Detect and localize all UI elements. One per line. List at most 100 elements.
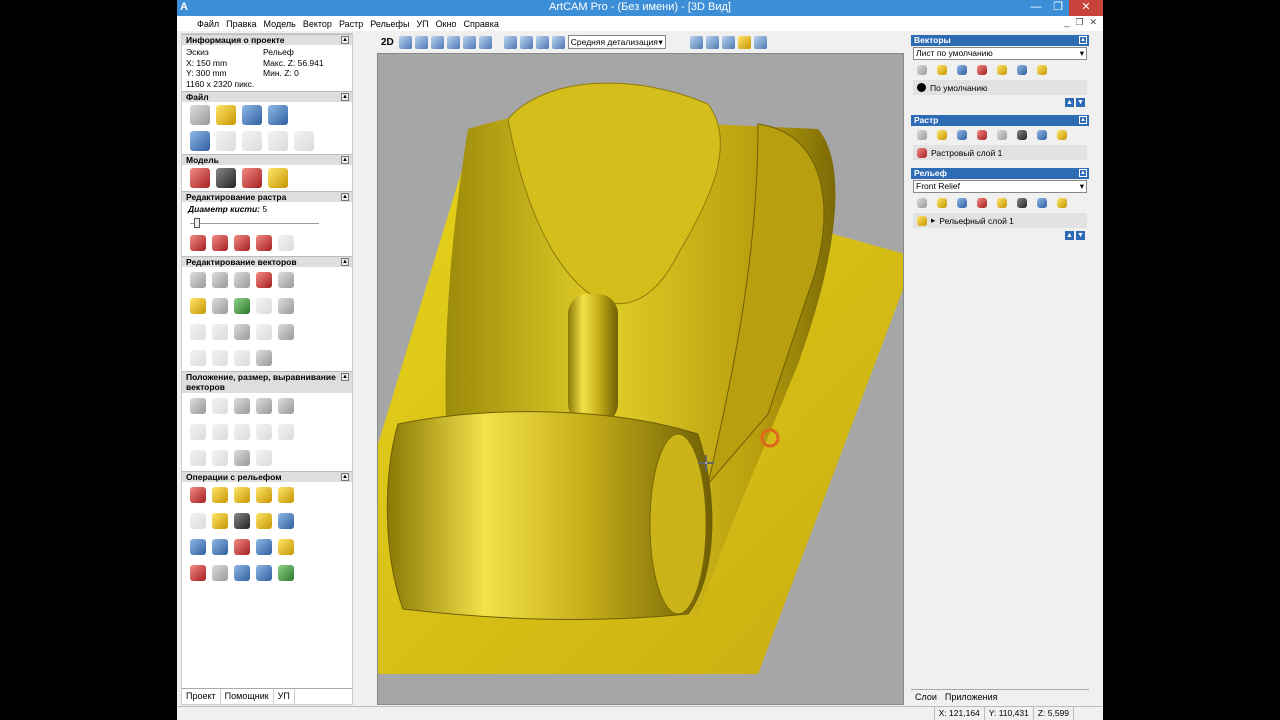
fill-icon[interactable] [212, 235, 228, 251]
relief-layer-merge-icon[interactable] [977, 198, 987, 208]
layer-color-icon[interactable] [917, 83, 926, 92]
save-layer-icon[interactable] [957, 65, 967, 75]
move-down-icon[interactable]: ▼ [1076, 231, 1085, 240]
vector-frame-icon[interactable] [256, 298, 272, 314]
move-up-icon[interactable]: ▲ [1065, 98, 1074, 107]
relief-star-icon[interactable] [190, 539, 206, 555]
new-relief-icon[interactable] [917, 198, 927, 208]
cut-icon[interactable] [242, 131, 262, 151]
section-file[interactable]: Файл ▲ [182, 91, 352, 102]
section-project-info[interactable]: Информация о проекте ▲ [182, 34, 352, 45]
relief-layer-mask-icon[interactable] [1017, 198, 1027, 208]
open-raster-icon[interactable] [937, 130, 947, 140]
close-button[interactable]: ✕ [1069, 0, 1103, 16]
menu-model[interactable]: Модель [264, 19, 296, 29]
mdi-close-button[interactable]: ✕ [1089, 17, 1097, 28]
open-folder-icon[interactable] [216, 105, 236, 125]
open-layer-icon[interactable] [937, 65, 947, 75]
relief-column-icon[interactable] [212, 565, 228, 581]
new-layer-icon[interactable] [917, 65, 927, 75]
color-swap-icon[interactable] [256, 235, 272, 251]
layer-extra-icon[interactable] [1037, 65, 1047, 75]
save-icon[interactable] [242, 105, 262, 125]
menu-edit[interactable]: Правка [226, 19, 256, 29]
collapse-icon[interactable]: ▲ [341, 36, 349, 44]
menu-raster[interactable]: Растр [339, 19, 363, 29]
zoom-out-icon[interactable] [446, 35, 460, 49]
vector-nodes-icon[interactable] [278, 298, 294, 314]
select-arrow-icon[interactable] [190, 272, 206, 288]
save-relief-icon[interactable] [957, 198, 967, 208]
zoom-in-icon[interactable] [430, 35, 444, 49]
delete-layer-icon[interactable] [1017, 65, 1027, 75]
relief-sculpt-icon[interactable] [212, 539, 228, 555]
relief-fade-icon[interactable] [256, 539, 272, 555]
zoom-window-icon[interactable] [478, 35, 492, 49]
model-image-icon[interactable] [242, 168, 262, 188]
expand-arrow-icon[interactable]: ▸ [931, 215, 935, 226]
collapse-icon[interactable]: ▲ [1079, 116, 1087, 124]
cloud-icon[interactable] [278, 235, 294, 251]
collapse-icon[interactable]: ▲ [341, 373, 349, 381]
offset-icon[interactable] [190, 424, 206, 440]
layer-icon[interactable] [190, 350, 206, 366]
section-vector-edit[interactable]: Редактирование векторов ▲ [182, 256, 352, 267]
raster-grid-icon[interactable] [997, 130, 1007, 140]
relief-scale-icon[interactable] [256, 513, 272, 529]
measure-icon[interactable] [234, 350, 250, 366]
tab-apps[interactable]: Приложения [941, 690, 1002, 705]
section-relief-ops[interactable]: Операции с рельефом ▲ [182, 471, 352, 482]
menu-vector[interactable]: Вектор [303, 19, 332, 29]
front-view-icon[interactable] [519, 35, 533, 49]
chamfer-icon[interactable] [256, 424, 272, 440]
spiral-icon[interactable] [256, 450, 272, 466]
menu-help[interactable]: Справка [464, 19, 499, 29]
round-icon[interactable] [190, 450, 206, 466]
model-picture-icon[interactable] [268, 168, 288, 188]
top-view-icon[interactable] [551, 35, 565, 49]
bezier-icon[interactable] [234, 324, 250, 340]
slider-thumb[interactable] [194, 218, 200, 228]
import-icon[interactable] [268, 105, 288, 125]
relief-layer-1[interactable]: ▸ Рельефный слой 1 [913, 213, 1087, 228]
relief-smooth-icon[interactable] [234, 539, 250, 555]
section-raster-edit[interactable]: Редактирование растра ▲ [182, 191, 352, 202]
relief-spin-icon[interactable] [234, 487, 250, 503]
layer-props-icon[interactable] [997, 65, 1007, 75]
section-model[interactable]: Модель ▲ [182, 154, 352, 165]
copy-icon[interactable] [268, 131, 288, 151]
save-raster-icon[interactable] [957, 130, 967, 140]
node-edit-icon[interactable] [212, 350, 228, 366]
axis-icon[interactable] [721, 35, 735, 49]
transform-icon[interactable] [212, 272, 228, 288]
vector-import-icon[interactable] [190, 298, 206, 314]
grid-align-icon[interactable] [256, 398, 272, 414]
relief-layer-delete-icon[interactable] [1037, 198, 1047, 208]
collapse-icon[interactable]: ▲ [1079, 36, 1087, 44]
raster-mask-icon[interactable] [1017, 130, 1027, 140]
restore-button[interactable]: ❐ [1047, 0, 1069, 16]
detail-level-select[interactable]: Средняя детализация [567, 35, 666, 49]
tab-project[interactable]: Проект [182, 689, 221, 704]
relief-layer-extra-icon[interactable] [1057, 198, 1067, 208]
light-bulb-icon[interactable] [737, 35, 751, 49]
pen-icon[interactable] [190, 235, 206, 251]
relief-select[interactable]: Front Relief [913, 180, 1087, 193]
collapse-icon[interactable]: ▲ [341, 473, 349, 481]
tab-assistant[interactable]: Помощник [220, 689, 274, 704]
3d-viewport[interactable] [377, 53, 904, 705]
relief-two-rail-icon[interactable] [278, 487, 294, 503]
menu-window[interactable]: Окно [436, 19, 457, 29]
relief-texture-icon[interactable] [212, 513, 228, 529]
move-icon[interactable] [414, 35, 428, 49]
pipette-icon[interactable] [234, 235, 250, 251]
vector-grid-icon[interactable] [212, 298, 228, 314]
vector-layer-default[interactable]: По умолчанию [913, 80, 1087, 95]
merge-layer-icon[interactable] [977, 65, 987, 75]
new-file-icon[interactable] [190, 105, 210, 125]
mdi-restore-button[interactable]: ❐ [1075, 17, 1083, 28]
nesting-icon[interactable] [234, 398, 250, 414]
vectors-header[interactable]: Векторы ▲ [911, 35, 1089, 46]
relief-combine-icon[interactable] [190, 487, 206, 503]
pattern-icon[interactable] [234, 450, 250, 466]
